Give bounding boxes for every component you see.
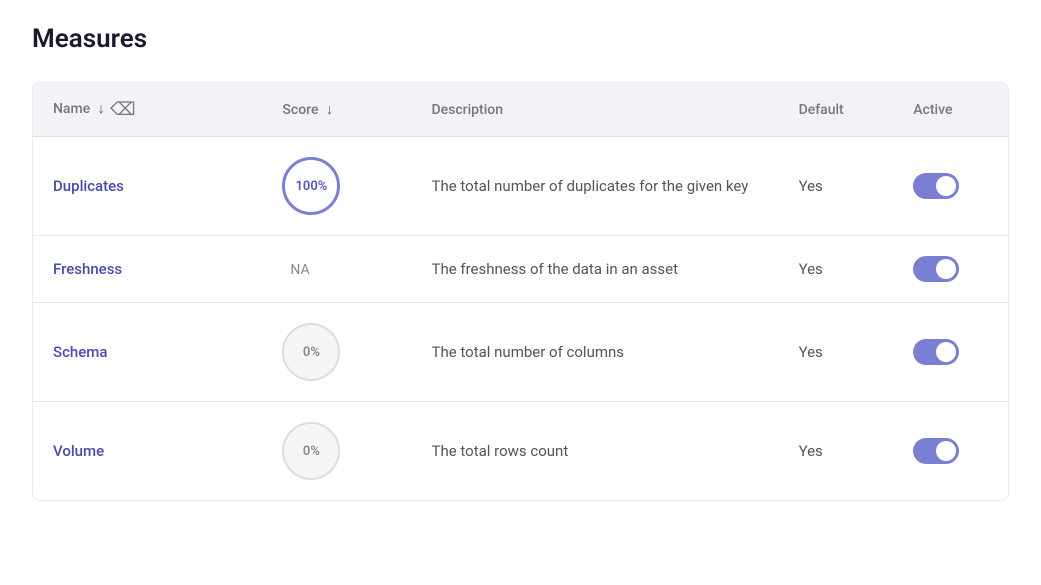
cell-default: Yes bbox=[779, 402, 894, 501]
cell-default: Yes bbox=[779, 236, 894, 303]
cell-active bbox=[893, 236, 1008, 303]
sort-arrow-score: ↓ bbox=[326, 101, 333, 118]
table-row: Duplicates 100% The total number of duplic… bbox=[33, 137, 1008, 236]
toggle-slider bbox=[913, 256, 959, 282]
cell-name[interactable]: Duplicates bbox=[33, 137, 262, 236]
page-title: Measures bbox=[32, 24, 1009, 54]
active-toggle[interactable] bbox=[913, 256, 959, 282]
active-toggle[interactable] bbox=[913, 339, 959, 365]
cell-name[interactable]: Schema bbox=[33, 303, 262, 402]
cell-name[interactable]: Volume bbox=[33, 402, 262, 501]
column-header-description: Description bbox=[412, 83, 779, 137]
column-header-name[interactable]: Name ↓ ⌫ bbox=[33, 83, 262, 137]
cell-description: The total rows count bbox=[412, 402, 779, 501]
table-row: Schema 0% The total number of columnsYes bbox=[33, 303, 1008, 402]
cell-score: 0% bbox=[262, 303, 411, 402]
table-row: Freshness NA The freshness of the data in … bbox=[33, 236, 1008, 303]
cell-default: Yes bbox=[779, 137, 894, 236]
toggle-slider bbox=[913, 438, 959, 464]
cell-active bbox=[893, 402, 1008, 501]
cell-description: The freshness of the data in an asset bbox=[412, 236, 779, 303]
score-na: NA bbox=[282, 262, 309, 278]
cell-description: The total number of columns bbox=[412, 303, 779, 402]
toggle-slider bbox=[913, 339, 959, 365]
cursor-hand-icon: ⌫ bbox=[110, 99, 135, 120]
active-toggle[interactable] bbox=[913, 438, 959, 464]
cell-name[interactable]: Freshness bbox=[33, 236, 262, 303]
cell-score: 100% bbox=[262, 137, 411, 236]
column-header-default: Default bbox=[779, 83, 894, 137]
cell-description: The total number of duplicates for the g… bbox=[412, 137, 779, 236]
toggle-slider bbox=[913, 173, 959, 199]
cell-active bbox=[893, 303, 1008, 402]
column-header-score[interactable]: Score ↓ bbox=[262, 83, 411, 137]
measures-table: Name ↓ ⌫ Score ↓ Description Default Act… bbox=[32, 82, 1009, 501]
cell-active bbox=[893, 137, 1008, 236]
active-toggle[interactable] bbox=[913, 173, 959, 199]
score-circle-zero: 0% bbox=[282, 323, 340, 381]
sort-arrow-name: ↓ bbox=[98, 100, 105, 117]
cell-score: 0% bbox=[262, 402, 411, 501]
table-header-row: Name ↓ ⌫ Score ↓ Description Default Act… bbox=[33, 83, 1008, 137]
cell-default: Yes bbox=[779, 303, 894, 402]
column-header-active: Active bbox=[893, 83, 1008, 137]
cell-score: NA bbox=[262, 236, 411, 303]
score-circle-full: 100% bbox=[282, 157, 340, 215]
score-circle-zero: 0% bbox=[282, 422, 340, 480]
table-row: Volume 0% The total rows countYes bbox=[33, 402, 1008, 501]
